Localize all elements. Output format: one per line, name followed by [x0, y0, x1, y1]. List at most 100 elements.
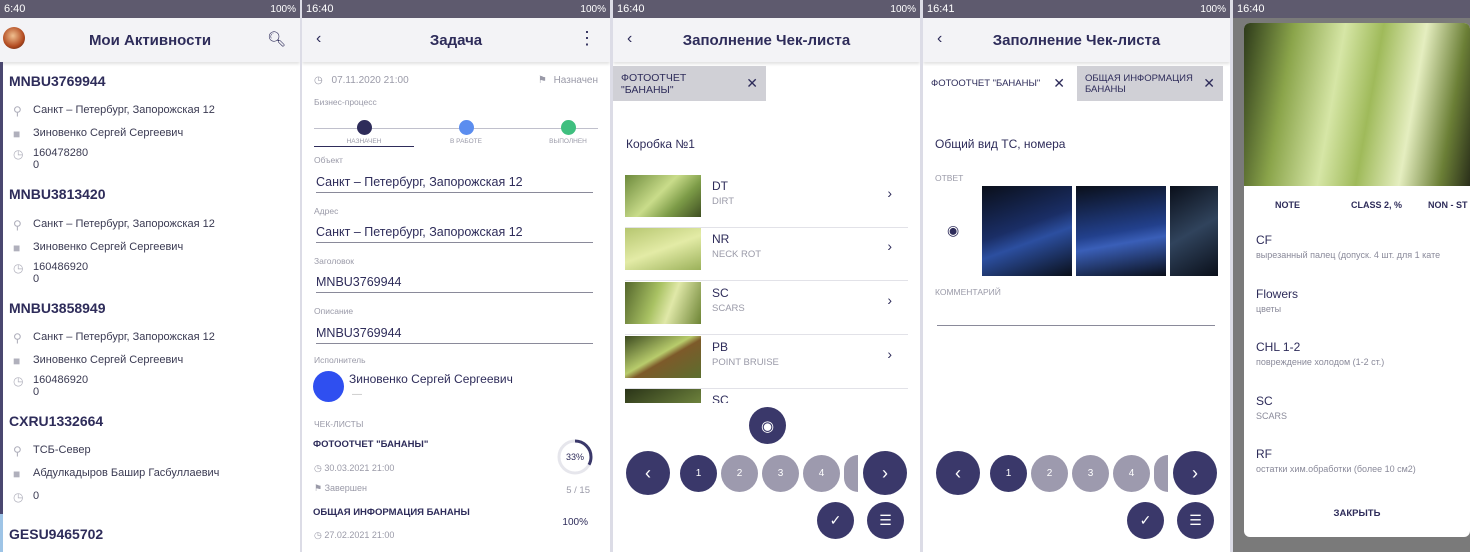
list-item[interactable]: SC [625, 389, 908, 403]
activity-number: 160486920 [33, 261, 89, 273]
address-field[interactable]: Санкт – Петербург, Запорожская 12 [316, 225, 593, 243]
photo-thumbnail[interactable] [625, 336, 701, 378]
page-4-button[interactable]: 4 [1113, 455, 1150, 492]
object-field[interactable]: Санкт – Петербург, Запорожская 12 [316, 175, 593, 193]
process-label: Бизнес-процесс [314, 97, 377, 107]
status-time: 16:40 [306, 3, 334, 15]
next-button[interactable]: › [1173, 451, 1217, 495]
checklist-name: ФОТООТЧЕТ "БАНАНЫ" [313, 439, 429, 450]
photo-thumbnail[interactable] [1170, 186, 1218, 276]
activity-card[interactable]: CXRU1332664 ⚲ ТСБ-Север ■ Абдулкадыров Баш… [0, 401, 300, 514]
list-item[interactable]: Flowers цветы [1256, 287, 1298, 314]
heading-field[interactable]: MNBU3769944 [316, 275, 593, 293]
prev-button[interactable]: ‹ [936, 451, 980, 495]
screen-defect-dialog: 16:40 NOTE CLASS 2, % NON - ST CF выреза… [1233, 0, 1470, 552]
activity-sub: 0 [33, 273, 40, 285]
activity-number: 160486920 [33, 374, 89, 386]
prev-button[interactable]: ‹ [626, 451, 670, 495]
status-time: 16:40 [617, 3, 645, 15]
list-item[interactable]: PB POINT BRUISE › [625, 336, 908, 389]
list-button[interactable]: ☰ [1177, 502, 1214, 539]
confirm-button[interactable]: ✓ [1127, 502, 1164, 539]
assignee-sub: — [352, 389, 362, 400]
item-desc: DIRT [712, 196, 734, 207]
person-icon: ■ [13, 467, 21, 481]
page-2-button[interactable]: 2 [721, 455, 758, 492]
item-desc: остатки хим.обработки (более 10 см2) [1256, 464, 1416, 474]
list-item[interactable]: DT DIRT › [625, 175, 908, 228]
item-desc: вырезанный палец (допуск. 4 шт. для 1 ка… [1256, 250, 1441, 260]
list-item[interactable]: NR NECK ROT › [625, 228, 908, 281]
activity-card[interactable]: MNBU3813420 ⚲ Санкт – Петербург, Запорожс… [0, 175, 300, 288]
camera-icon: ◉ [760, 417, 775, 435]
photo-thumbnail[interactable] [982, 186, 1072, 276]
defect-dialog: NOTE CLASS 2, % NON - ST CF вырезанный п… [1244, 23, 1470, 537]
page-1-button[interactable]: 1 [680, 455, 717, 492]
activity-card[interactable]: GESU9465702 [0, 514, 300, 552]
battery-level: 100% [890, 3, 916, 15]
back-icon[interactable]: ‹ [627, 30, 632, 48]
activity-card[interactable]: MNBU3858949 ⚲ Санкт – Петербург, Запорожс… [0, 288, 300, 401]
page-3-button[interactable]: 3 [762, 455, 799, 492]
chevron-left-icon: ‹ [955, 462, 961, 483]
chevron-right-icon: › [887, 346, 892, 362]
more-icon[interactable]: ⋮ [578, 28, 596, 49]
list-icon: ☰ [1189, 512, 1202, 528]
list-button[interactable]: ☰ [867, 502, 904, 539]
close-button[interactable]: ЗАКРЫТЬ [1244, 508, 1470, 519]
flag-icon: ⚑ [314, 483, 323, 493]
activity-number: 160478280 [33, 147, 89, 159]
photo-thumbnail[interactable] [625, 228, 701, 270]
list-item[interactable]: RF остатки хим.обработки (более 10 см2) [1256, 447, 1416, 474]
next-button[interactable]: › [863, 451, 907, 495]
activity-code: CXRU1332664 [9, 413, 104, 429]
checklist-date-row: ◷ 30.03.2021 21:00 [314, 463, 394, 474]
flag-icon: ⚑ [537, 75, 547, 86]
page-4-button[interactable]: 4 [803, 455, 840, 492]
assignee-label: Исполнитель [314, 355, 366, 365]
app-bar: ‹ Заполнение Чек-листа [923, 18, 1230, 62]
page-title: Мои Активности [88, 31, 212, 49]
list-item[interactable]: CF вырезанный палец (допуск. 4 шт. для 1… [1256, 233, 1440, 260]
heading-label: Заголовок [314, 256, 354, 266]
photo-thumbnail[interactable] [625, 389, 701, 403]
camera-button[interactable]: ◉ [749, 407, 786, 444]
photo-thumbnail[interactable] [625, 175, 701, 217]
tab-general-info[interactable]: ОБЩАЯ ИНФОРМАЦИЯ БАНАНЫ ✕ [1077, 66, 1223, 101]
step-label: ВЫПОЛНЕН [549, 138, 587, 145]
chevron-right-icon: › [887, 185, 892, 201]
activity-person: Абдулкадыров Башир Гасбуллаевич [33, 467, 220, 479]
close-icon[interactable]: ✕ [746, 75, 758, 92]
page-1-button[interactable]: 1 [990, 455, 1027, 492]
activity-card[interactable]: MNBU3769944 ⚲ Санкт – Петербург, Запорожс… [0, 62, 300, 175]
list-item[interactable]: SC SCARS [1256, 394, 1287, 421]
description-field[interactable]: MNBU3769944 [316, 326, 593, 344]
location-icon: ⚲ [13, 218, 22, 232]
comment-input[interactable] [937, 325, 1215, 326]
avatar[interactable] [3, 27, 25, 49]
page-2-button[interactable]: 2 [1031, 455, 1068, 492]
item-desc: SCARS [1256, 411, 1288, 421]
location-icon: ⚲ [13, 331, 22, 345]
task-status: Назначен [553, 75, 598, 86]
battery-level: 100% [1200, 3, 1226, 15]
list-item[interactable]: CHL 1-2 повреждение холодом (1-2 ст.) [1256, 340, 1384, 367]
list-item[interactable]: SC SCARS › [625, 282, 908, 335]
tab-photo-report[interactable]: ФОТООТЧЕТ "БАНАНЫ" ✕ [923, 66, 1073, 101]
activity-number: 0 [33, 490, 40, 502]
clock-icon: ◷ [13, 261, 24, 275]
page-3-button[interactable]: 3 [1072, 455, 1109, 492]
back-icon[interactable]: ‹ [316, 30, 321, 48]
close-icon[interactable]: ✕ [1053, 75, 1065, 92]
search-icon[interactable]: 🔍︎ [267, 30, 286, 48]
camera-icon[interactable]: ◉ [947, 222, 959, 239]
close-icon[interactable]: ✕ [1203, 75, 1215, 92]
task-date-row: ◷ 07.11.2020 21:00 [314, 75, 409, 86]
location-icon: ⚲ [13, 104, 22, 118]
tab-photo-report[interactable]: ФОТООТЧЕТ "БАНАНЫ" ✕ [613, 66, 766, 101]
back-icon[interactable]: ‹ [937, 30, 942, 48]
photo-thumbnail[interactable] [625, 282, 701, 324]
photo-thumbnail[interactable] [1076, 186, 1166, 276]
confirm-button[interactable]: ✓ [817, 502, 854, 539]
activity-sub: 0 [33, 386, 40, 398]
